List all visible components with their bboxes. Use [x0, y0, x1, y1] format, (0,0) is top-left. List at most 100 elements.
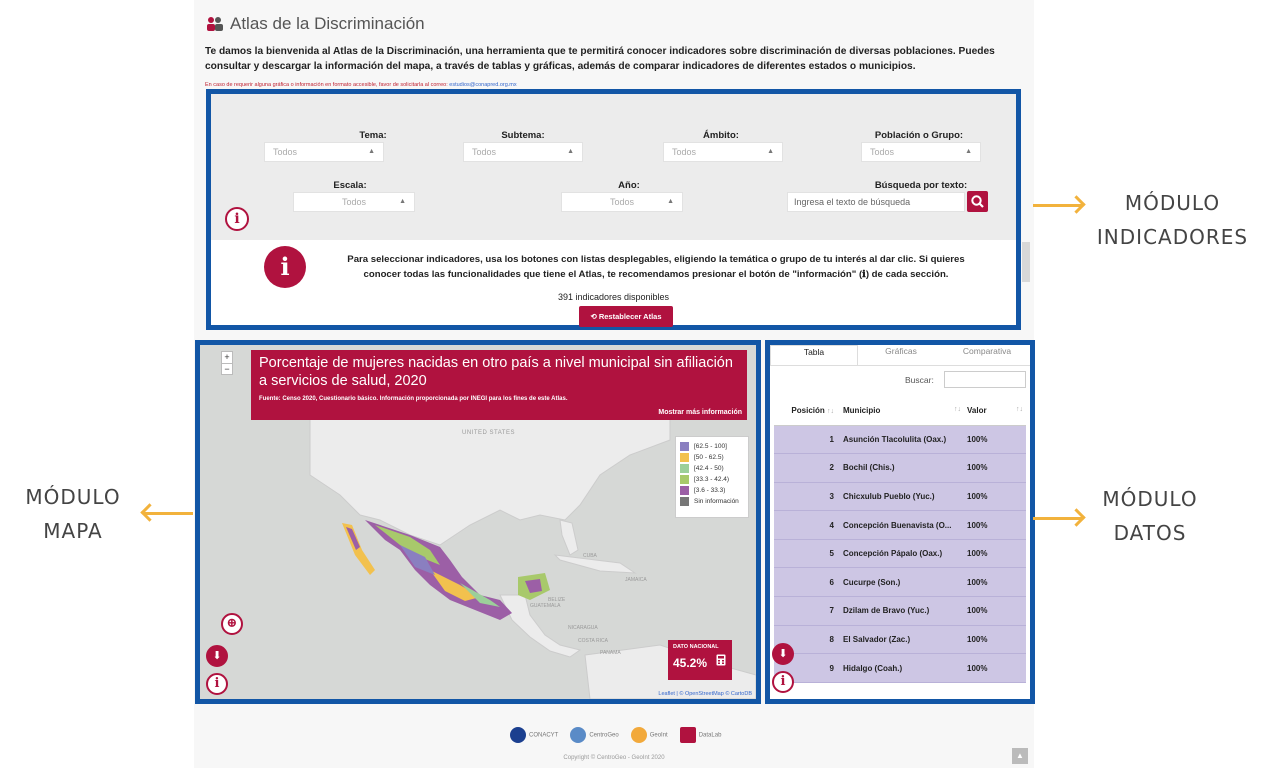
data-download-button[interactable]: ⬇ — [772, 643, 794, 665]
sort-icon: ↑↓ — [1016, 406, 1023, 414]
show-more-info-link[interactable]: Mostrar más información — [658, 409, 742, 416]
arrow-indicadores — [1033, 204, 1083, 207]
table-search-label: Buscar: — [905, 375, 934, 385]
cell-valor: 100% — [964, 510, 1026, 540]
table-row[interactable]: 4 Concepción Buenavista (O... 100% — [774, 510, 1026, 540]
logo-geoint: GeoInt — [630, 727, 668, 743]
scroll-to-top-button[interactable]: ▲ — [1012, 748, 1028, 764]
ambito-value: Todos — [672, 147, 697, 157]
map-attribution[interactable]: Leaflet | © OpenStreetMap © CartoDB — [658, 691, 752, 697]
cell-municipio: Dzilam de Bravo (Yuc.) — [840, 596, 964, 626]
table-row[interactable]: 2 Bochil (Chis.) 100% — [774, 453, 1026, 483]
zoom-in-button[interactable]: + — [222, 352, 232, 364]
legend-swatch — [680, 497, 689, 506]
data-tabs: Tabla Gráficas Comparativa — [770, 345, 1030, 365]
poblacion-label: Población o Grupo: — [874, 130, 964, 141]
cell-municipio: Chicxulub Pueblo (Yuc.) — [840, 482, 964, 512]
cell-valor: 100% — [964, 482, 1026, 512]
legend-swatch — [680, 486, 689, 495]
legend-label: [3.6 - 33.3) — [694, 487, 726, 494]
country-label-nicaragua: NICARAGUA — [568, 625, 598, 631]
notice-text: En caso de requerir alguna gráfica o inf… — [205, 82, 448, 88]
table-row[interactable]: 8 El Salvador (Zac.) 100% — [774, 625, 1026, 655]
search-button[interactable] — [967, 191, 988, 212]
table-row[interactable]: 9 Hidalgo (Coah.) 100% — [774, 653, 1026, 683]
cell-valor: 100% — [964, 453, 1026, 483]
annotation-line: MAPA — [43, 519, 103, 543]
cloud-download-icon: ⬇ — [778, 647, 788, 660]
subtema-label: Subtema: — [501, 130, 545, 141]
tab-tabla[interactable]: Tabla — [770, 345, 858, 365]
cell-valor: 100% — [964, 567, 1026, 598]
tema-value: Todos — [273, 147, 298, 157]
cell-municipio: Cucurpe (Son.) — [840, 567, 964, 598]
tema-select[interactable]: Todos ▲ — [264, 142, 384, 162]
table-row[interactable]: 6 Cucurpe (Son.) 100% — [774, 567, 1026, 598]
country-label-jamaica: JAMAICA — [625, 577, 647, 583]
reset-atlas-button[interactable]: ⟲ Restablecer Atlas — [579, 306, 673, 327]
indicators-module: Tema: Todos ▲ Subtema: Todos ▲ Ámbito: Tod… — [206, 89, 1021, 330]
table-row[interactable]: 3 Chicxulub Pueblo (Yuc.) 100% — [774, 482, 1026, 512]
table-search-input[interactable] — [944, 371, 1026, 388]
footer-logos: CONACYT CentroGeo GeoInt DataLab — [510, 725, 730, 745]
cell-municipio: Bochil (Chis.) — [840, 453, 964, 483]
column-header-valor[interactable]: Valor ↑↓ — [964, 397, 1026, 426]
country-label-guatemala: GUATEMALA — [530, 603, 561, 609]
tema-label: Tema: — [359, 130, 387, 141]
anio-value: Todos — [609, 197, 635, 207]
anio-select[interactable]: Todos ▲ — [561, 192, 683, 212]
sort-icon: ↑↓ — [827, 408, 834, 416]
escala-select[interactable]: Todos ▲ — [293, 192, 415, 212]
info-icon: i — [234, 211, 240, 227]
national-data-label: DATO NACIONAL — [673, 644, 719, 650]
cell-posicion: 4 — [774, 510, 840, 540]
locate-button[interactable]: ⊕ — [221, 613, 243, 635]
scroll-handle[interactable] — [1022, 242, 1030, 282]
map-indicator-title: Porcentaje de mujeres nacidas en otro pa… — [259, 355, 733, 389]
legend-swatch — [680, 475, 689, 484]
table-row[interactable]: 7 Dzilam de Bravo (Yuc.) 100% — [774, 596, 1026, 626]
arrow-mapa — [143, 512, 193, 515]
map-module: UNITED STATES CUBA JAMAICA BELIZE GUATEM… — [195, 340, 761, 704]
column-header-posicion[interactable]: Posición ↑↓ — [774, 397, 840, 426]
cloud-download-icon: ⬇ — [212, 649, 222, 662]
legend-label: [62.5 - 100] — [694, 443, 727, 450]
cell-valor: 100% — [964, 653, 1026, 683]
map-download-button[interactable]: ⬇ — [206, 645, 228, 667]
table-row[interactable]: 1 Asunción Tlacolulita (Oax.) 100% — [774, 425, 1026, 455]
indicators-info-button[interactable]: i — [225, 207, 249, 231]
map-title-panel: Porcentaje de mujeres nacidas en otro pa… — [251, 350, 747, 420]
legend-item: [42.4 - 50) — [680, 463, 744, 474]
map-legend: [62.5 - 100] [50 - 62.5) [42.4 - 50) [33… — [675, 436, 749, 518]
column-header-municipio[interactable]: Municipio ↑↓ — [840, 397, 964, 426]
map-people-icon — [207, 17, 223, 31]
calculator-icon[interactable] — [716, 654, 726, 666]
notice-email-link[interactable]: estudios@conapred.org.mx — [449, 82, 516, 88]
conacyt-logo-icon — [510, 727, 526, 743]
centrogeo-logo-icon — [570, 727, 587, 743]
table-row[interactable]: 5 Concepción Pápalo (Oax.) 100% — [774, 539, 1026, 569]
search-input[interactable]: Ingresa el texto de búsqueda — [787, 192, 965, 212]
legend-item: Sin información — [680, 496, 744, 507]
zoom-control: + − — [221, 351, 233, 375]
cell-posicion: 3 — [774, 482, 840, 512]
poblacion-select[interactable]: Todos ▲ — [861, 142, 981, 162]
map-info-button[interactable]: i — [206, 673, 228, 695]
info-icon: i — [214, 676, 220, 691]
busqueda-label: Búsqueda por texto: — [874, 180, 968, 191]
country-label-costa-rica: COSTA RICA — [578, 638, 608, 644]
help-info-icon: i — [264, 246, 306, 288]
tab-graficas[interactable]: Gráficas — [858, 345, 944, 365]
zoom-out-button[interactable]: − — [222, 364, 232, 375]
subtema-select[interactable]: Todos ▲ — [463, 142, 583, 162]
logo-text: CentroGeo — [589, 732, 619, 739]
ambito-select[interactable]: Todos ▲ — [663, 142, 783, 162]
tab-comparativa[interactable]: Comparativa — [944, 345, 1030, 365]
caret-up-icon: ▲ — [965, 148, 972, 155]
data-info-button[interactable]: i — [772, 671, 794, 693]
table-header-row: Posición ↑↓ Municipio ↑↓ Valor ↑↓ — [774, 397, 1026, 426]
cell-valor: 100% — [964, 425, 1026, 455]
filters-panel: Tema: Todos ▲ Subtema: Todos ▲ Ámbito: Tod… — [211, 94, 1016, 240]
chevron-up-icon: ▲ — [1016, 751, 1024, 760]
page-title-text: Atlas de la Discriminación — [230, 14, 425, 33]
